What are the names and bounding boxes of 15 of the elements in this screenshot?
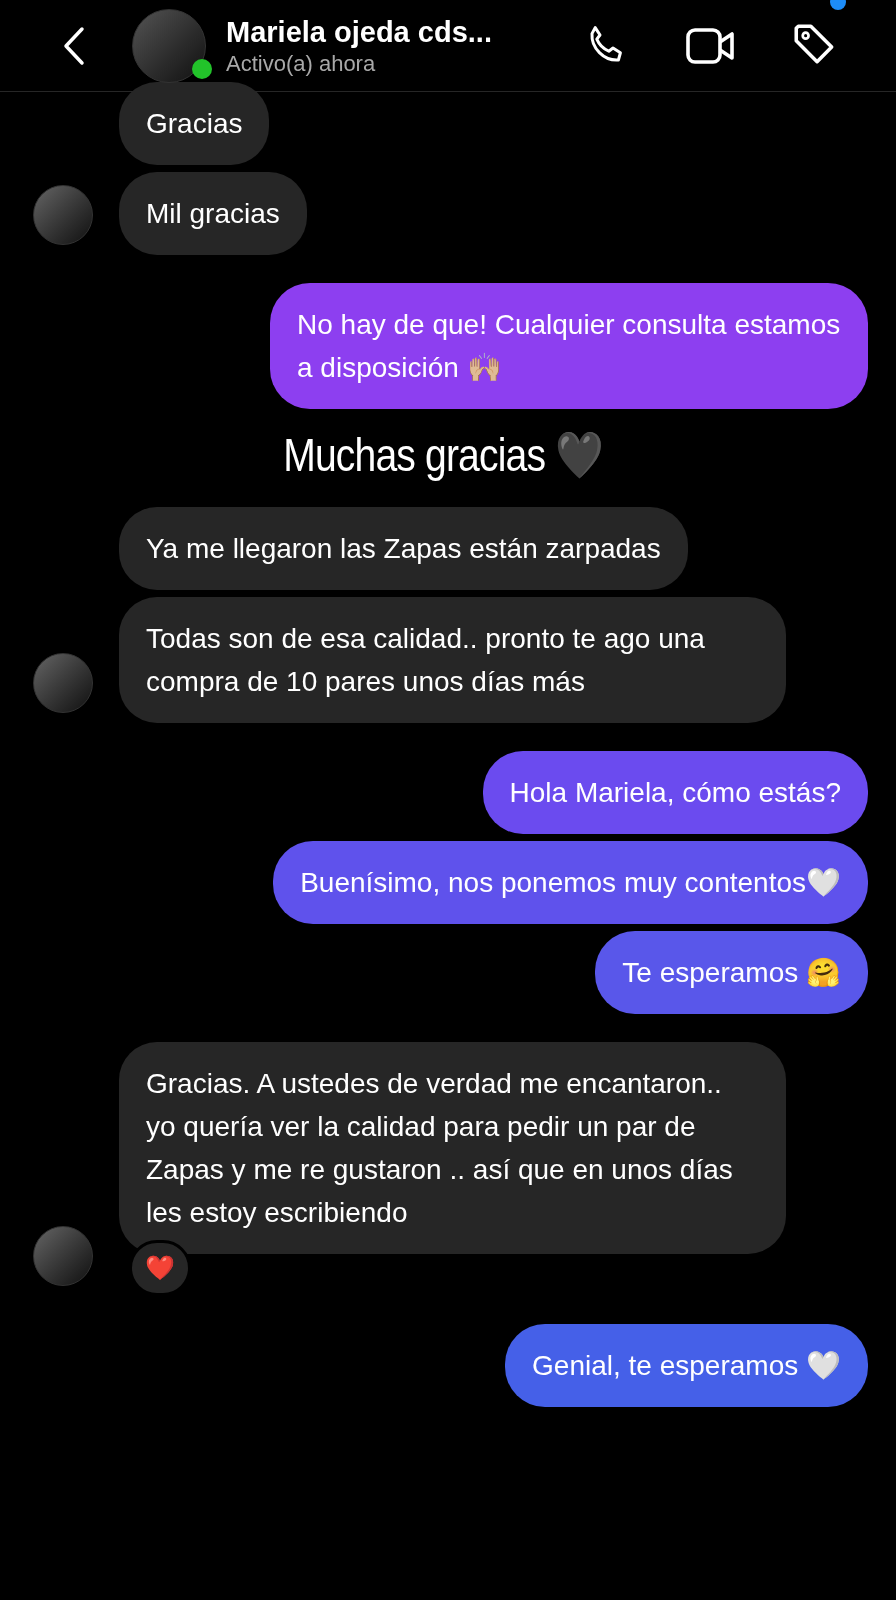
message-bubble: Genial, te esperamos 🤍 <box>505 1324 868 1407</box>
message-bubble: Ya me llegaron las Zapas están zarpadas <box>119 507 688 590</box>
message-bubble: Mil gracias <box>119 172 307 255</box>
reaction[interactable]: ❤ <box>129 1240 191 1296</box>
contact-name[interactable]: Mariela ojeda cds... <box>226 13 492 50</box>
activity-status: Activo(a) ahora <box>226 49 377 78</box>
back-icon[interactable] <box>62 25 86 66</box>
message-bubble: Buenísimo, nos ponemos muy contentos🤍 <box>273 841 868 924</box>
message-bubble: Hola Mariela, cómo estás? <box>482 751 868 834</box>
message-bubble: Te esperamos 🤗 <box>595 931 868 1014</box>
caption-text: Muchas gracias 🖤 <box>283 428 603 483</box>
message-bubble: No hay de que! Cualquier consulta estamos a disposición 🙌🏼 <box>270 283 868 409</box>
message-bubble: Gracias. A ustedes de verdad me encantaron.. yo quería ver la calidad para pedir un par de Zapas y me re gustaron .. así que en unos días les estoy escribiendo <box>119 1042 786 1254</box>
message-bubble: Todas son de esa calidad.. pronto te ago una compra de 10 pares unos días más <box>119 597 786 723</box>
message-bubble: Gracias <box>119 82 270 165</box>
